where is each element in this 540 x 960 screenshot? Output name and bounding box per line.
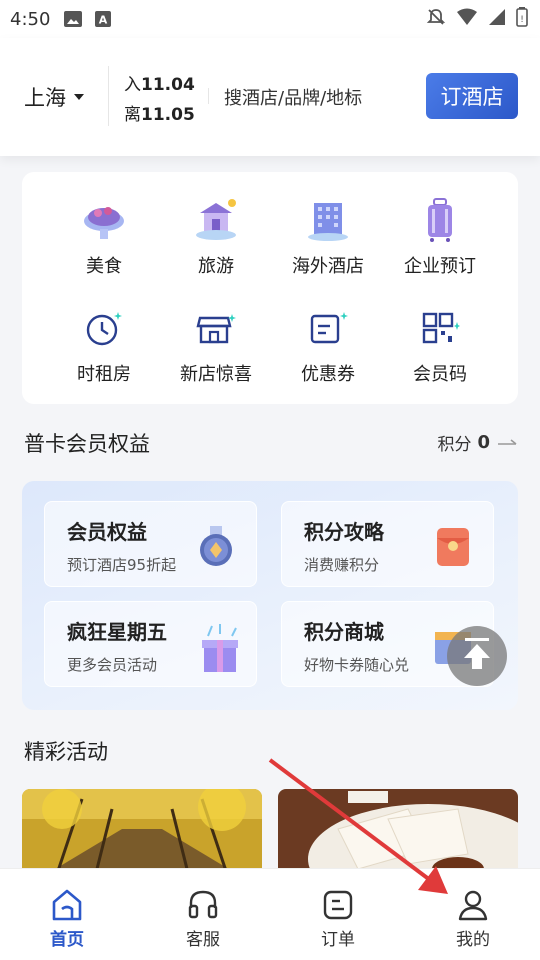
- order-icon: [320, 887, 356, 923]
- bottom-navigation: 首页 客服 订单 我的: [0, 868, 540, 960]
- food-icon: [80, 196, 128, 244]
- points-link[interactable]: 积分 0: [437, 430, 518, 455]
- grid-item-member-code[interactable]: 会员码: [380, 304, 500, 386]
- member-section-title: 普卡会员权益: [24, 432, 150, 456]
- card-subtitle: 消费赚积分: [304, 556, 380, 574]
- checkout-date: 11.05: [141, 105, 195, 125]
- nav-home[interactable]: 首页: [27, 887, 107, 950]
- activities-section-title: 精彩活动: [24, 740, 108, 764]
- grid-label: 美食: [86, 256, 122, 277]
- scroll-to-top-button[interactable]: [447, 626, 507, 686]
- overseas-hotel-icon: [304, 196, 352, 244]
- card-title: 会员权益: [67, 520, 147, 544]
- member-benefits-panel: 会员权益 预订酒店95折起 积分攻略 消费赚积分 疯狂星期五 更多会员活动 积分…: [22, 481, 518, 710]
- card-title: 积分商城: [304, 620, 384, 644]
- card-title: 疯狂星期五: [67, 620, 167, 644]
- city-selector[interactable]: 上海: [24, 82, 84, 112]
- status-time: 4:50: [10, 8, 51, 30]
- city-name: 上海: [24, 86, 66, 110]
- svg-text:A: A: [99, 14, 108, 27]
- member-card-crazy-friday[interactable]: 疯狂星期五 更多会员活动: [44, 601, 257, 687]
- grid-label: 新店惊喜: [180, 364, 252, 385]
- grid-item-hourly-room[interactable]: 时租房: [44, 304, 164, 386]
- book-hotel-button[interactable]: 订酒店: [426, 73, 518, 119]
- grid-label: 旅游: [198, 256, 234, 277]
- nav-label: 我的: [456, 930, 490, 950]
- grid-label: 会员码: [413, 364, 467, 385]
- travel-icon: [192, 196, 240, 244]
- grid-item-coupon[interactable]: 优惠券: [268, 304, 388, 386]
- grid-item-overseas-hotel[interactable]: 海外酒店: [268, 196, 388, 278]
- grid-item-enterprise-booking[interactable]: 企业预订: [380, 196, 500, 278]
- divider: [208, 88, 209, 104]
- points-label: 积分: [437, 435, 472, 455]
- grid-item-food[interactable]: 美食: [44, 196, 164, 278]
- card-title: 积分攻略: [304, 520, 384, 544]
- coupon-icon: [304, 304, 352, 352]
- divider: [108, 66, 109, 126]
- chevron-down-icon: [74, 94, 84, 100]
- date-selector[interactable]: 入11.04 离11.05: [124, 70, 195, 130]
- medal-icon: [192, 522, 240, 570]
- status-bar: 4:50 A !: [0, 0, 540, 38]
- home-icon: [49, 887, 85, 923]
- checkout-row: 离11.05: [124, 100, 195, 130]
- checkin-label: 入: [124, 75, 141, 95]
- svg-text:!: !: [520, 15, 524, 25]
- luggage-icon: [416, 196, 464, 244]
- checkout-label: 离: [124, 105, 141, 125]
- checkin-date: 11.04: [141, 75, 195, 95]
- grid-item-new-store[interactable]: 新店惊喜: [156, 304, 276, 386]
- qr-code-icon: [416, 304, 464, 352]
- grid-item-travel[interactable]: 旅游: [156, 196, 276, 278]
- gift-box-icon: [192, 622, 240, 672]
- nav-label: 客服: [186, 930, 220, 950]
- card-subtitle: 预订酒店95折起: [67, 556, 177, 574]
- arrow-right-icon: [498, 433, 518, 453]
- member-card-points-guide[interactable]: 积分攻略 消费赚积分: [281, 501, 494, 587]
- image-notification-icon: [64, 10, 83, 28]
- profile-icon: [455, 887, 491, 923]
- hotel-search-input[interactable]: 搜酒店/品牌/地标: [224, 84, 362, 110]
- card-subtitle: 更多会员活动: [67, 656, 158, 674]
- nav-label: 订单: [321, 930, 355, 950]
- arrow-up-icon: [462, 638, 492, 674]
- quick-entry-grid: 美食 旅游 海外酒店 企业预订 时租房 新店惊喜 优惠券 会员码: [22, 172, 518, 404]
- nav-label: 首页: [50, 930, 84, 950]
- wifi-icon: [456, 8, 478, 30]
- red-envelope-icon: [429, 522, 477, 570]
- nav-customer-service[interactable]: 客服: [163, 887, 243, 950]
- a-notification-icon: A: [94, 10, 112, 28]
- points-value: 0: [477, 432, 490, 453]
- headset-icon: [185, 887, 221, 923]
- grid-label: 优惠券: [301, 364, 355, 385]
- mute-icon: [426, 7, 446, 31]
- nav-profile[interactable]: 我的: [433, 887, 513, 950]
- checkin-row: 入11.04: [124, 70, 195, 100]
- nav-orders[interactable]: 订单: [298, 887, 378, 950]
- store-icon: [192, 304, 240, 352]
- search-header: 上海 入11.04 离11.05 搜酒店/品牌/地标 订酒店: [0, 38, 540, 156]
- battery-icon: !: [516, 7, 528, 31]
- clock-icon: [80, 304, 128, 352]
- member-card-benefits[interactable]: 会员权益 预订酒店95折起: [44, 501, 257, 587]
- grid-label: 企业预订: [404, 256, 476, 277]
- card-subtitle: 好物卡券随心兑: [304, 656, 410, 674]
- grid-label: 海外酒店: [292, 256, 364, 277]
- grid-label: 时租房: [77, 364, 131, 385]
- signal-icon: [488, 8, 506, 30]
